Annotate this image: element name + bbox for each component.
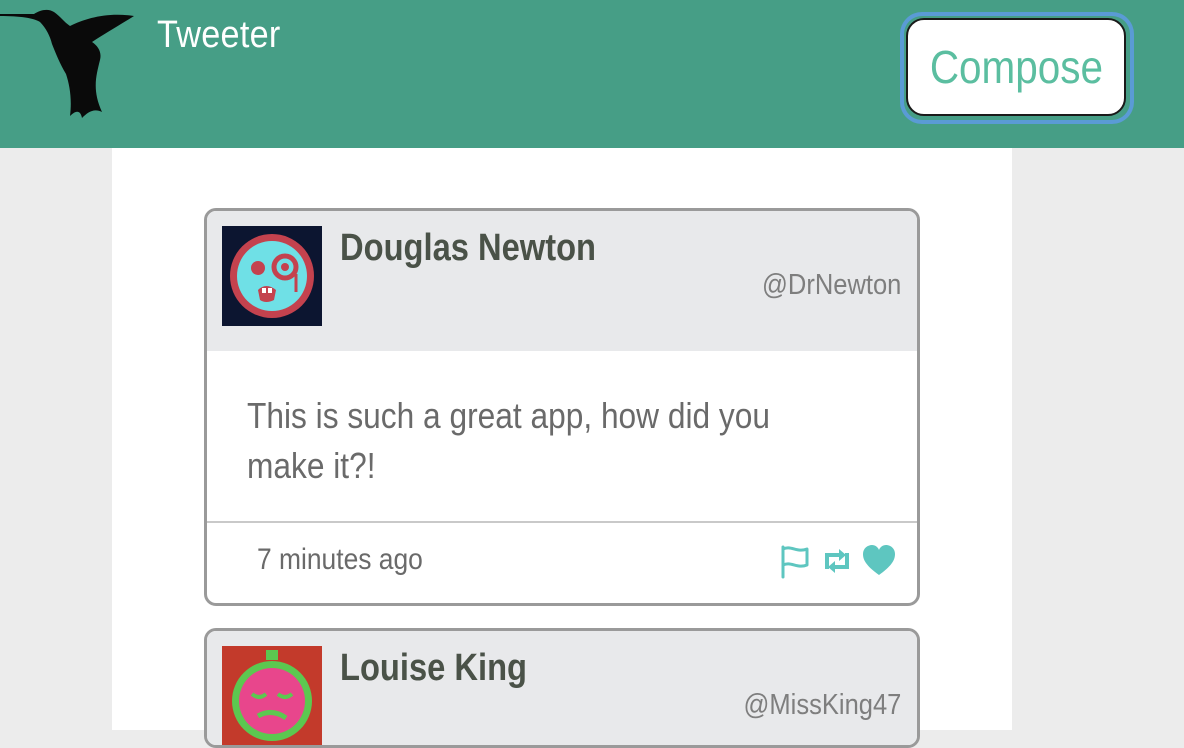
- hummingbird-logo-icon: [0, 9, 134, 119]
- tweet-actions: [777, 543, 897, 579]
- tweet-author-handle[interactable]: @MissKing47: [743, 689, 901, 722]
- tweet-header: Louise King @MissKing47: [207, 631, 917, 746]
- tweet-author-name[interactable]: Douglas Newton: [340, 227, 596, 270]
- heart-icon[interactable]: [861, 543, 897, 579]
- monocle-face-avatar-icon[interactable]: [222, 226, 322, 326]
- tweet-feed: Douglas Newton @DrNewton This is such a …: [112, 148, 1012, 748]
- app-title: Tweeter: [157, 14, 281, 56]
- compose-button[interactable]: Compose: [906, 18, 1126, 116]
- flag-icon[interactable]: [777, 543, 813, 579]
- top-navigation-bar: Tweeter Compose: [0, 0, 1184, 148]
- tweet-author-handle[interactable]: @DrNewton: [762, 269, 901, 302]
- tweet-footer: 7 minutes ago: [207, 523, 917, 603]
- compose-button-label: Compose: [929, 41, 1103, 93]
- sleepy-face-avatar-icon[interactable]: [222, 646, 322, 746]
- tweet-text: This is such a great app, how did you ma…: [207, 351, 917, 523]
- tweet-text-content: This is such a great app, how did you ma…: [247, 395, 771, 486]
- retweet-icon[interactable]: [819, 543, 855, 579]
- tweet-timestamp: 7 minutes ago: [257, 543, 423, 576]
- tweet-author-name[interactable]: Louise King: [340, 647, 527, 690]
- tweet-header: Douglas Newton @DrNewton: [207, 211, 917, 351]
- tweet-card: Louise King @MissKing47: [204, 628, 920, 748]
- tweet-card: Douglas Newton @DrNewton This is such a …: [204, 208, 920, 606]
